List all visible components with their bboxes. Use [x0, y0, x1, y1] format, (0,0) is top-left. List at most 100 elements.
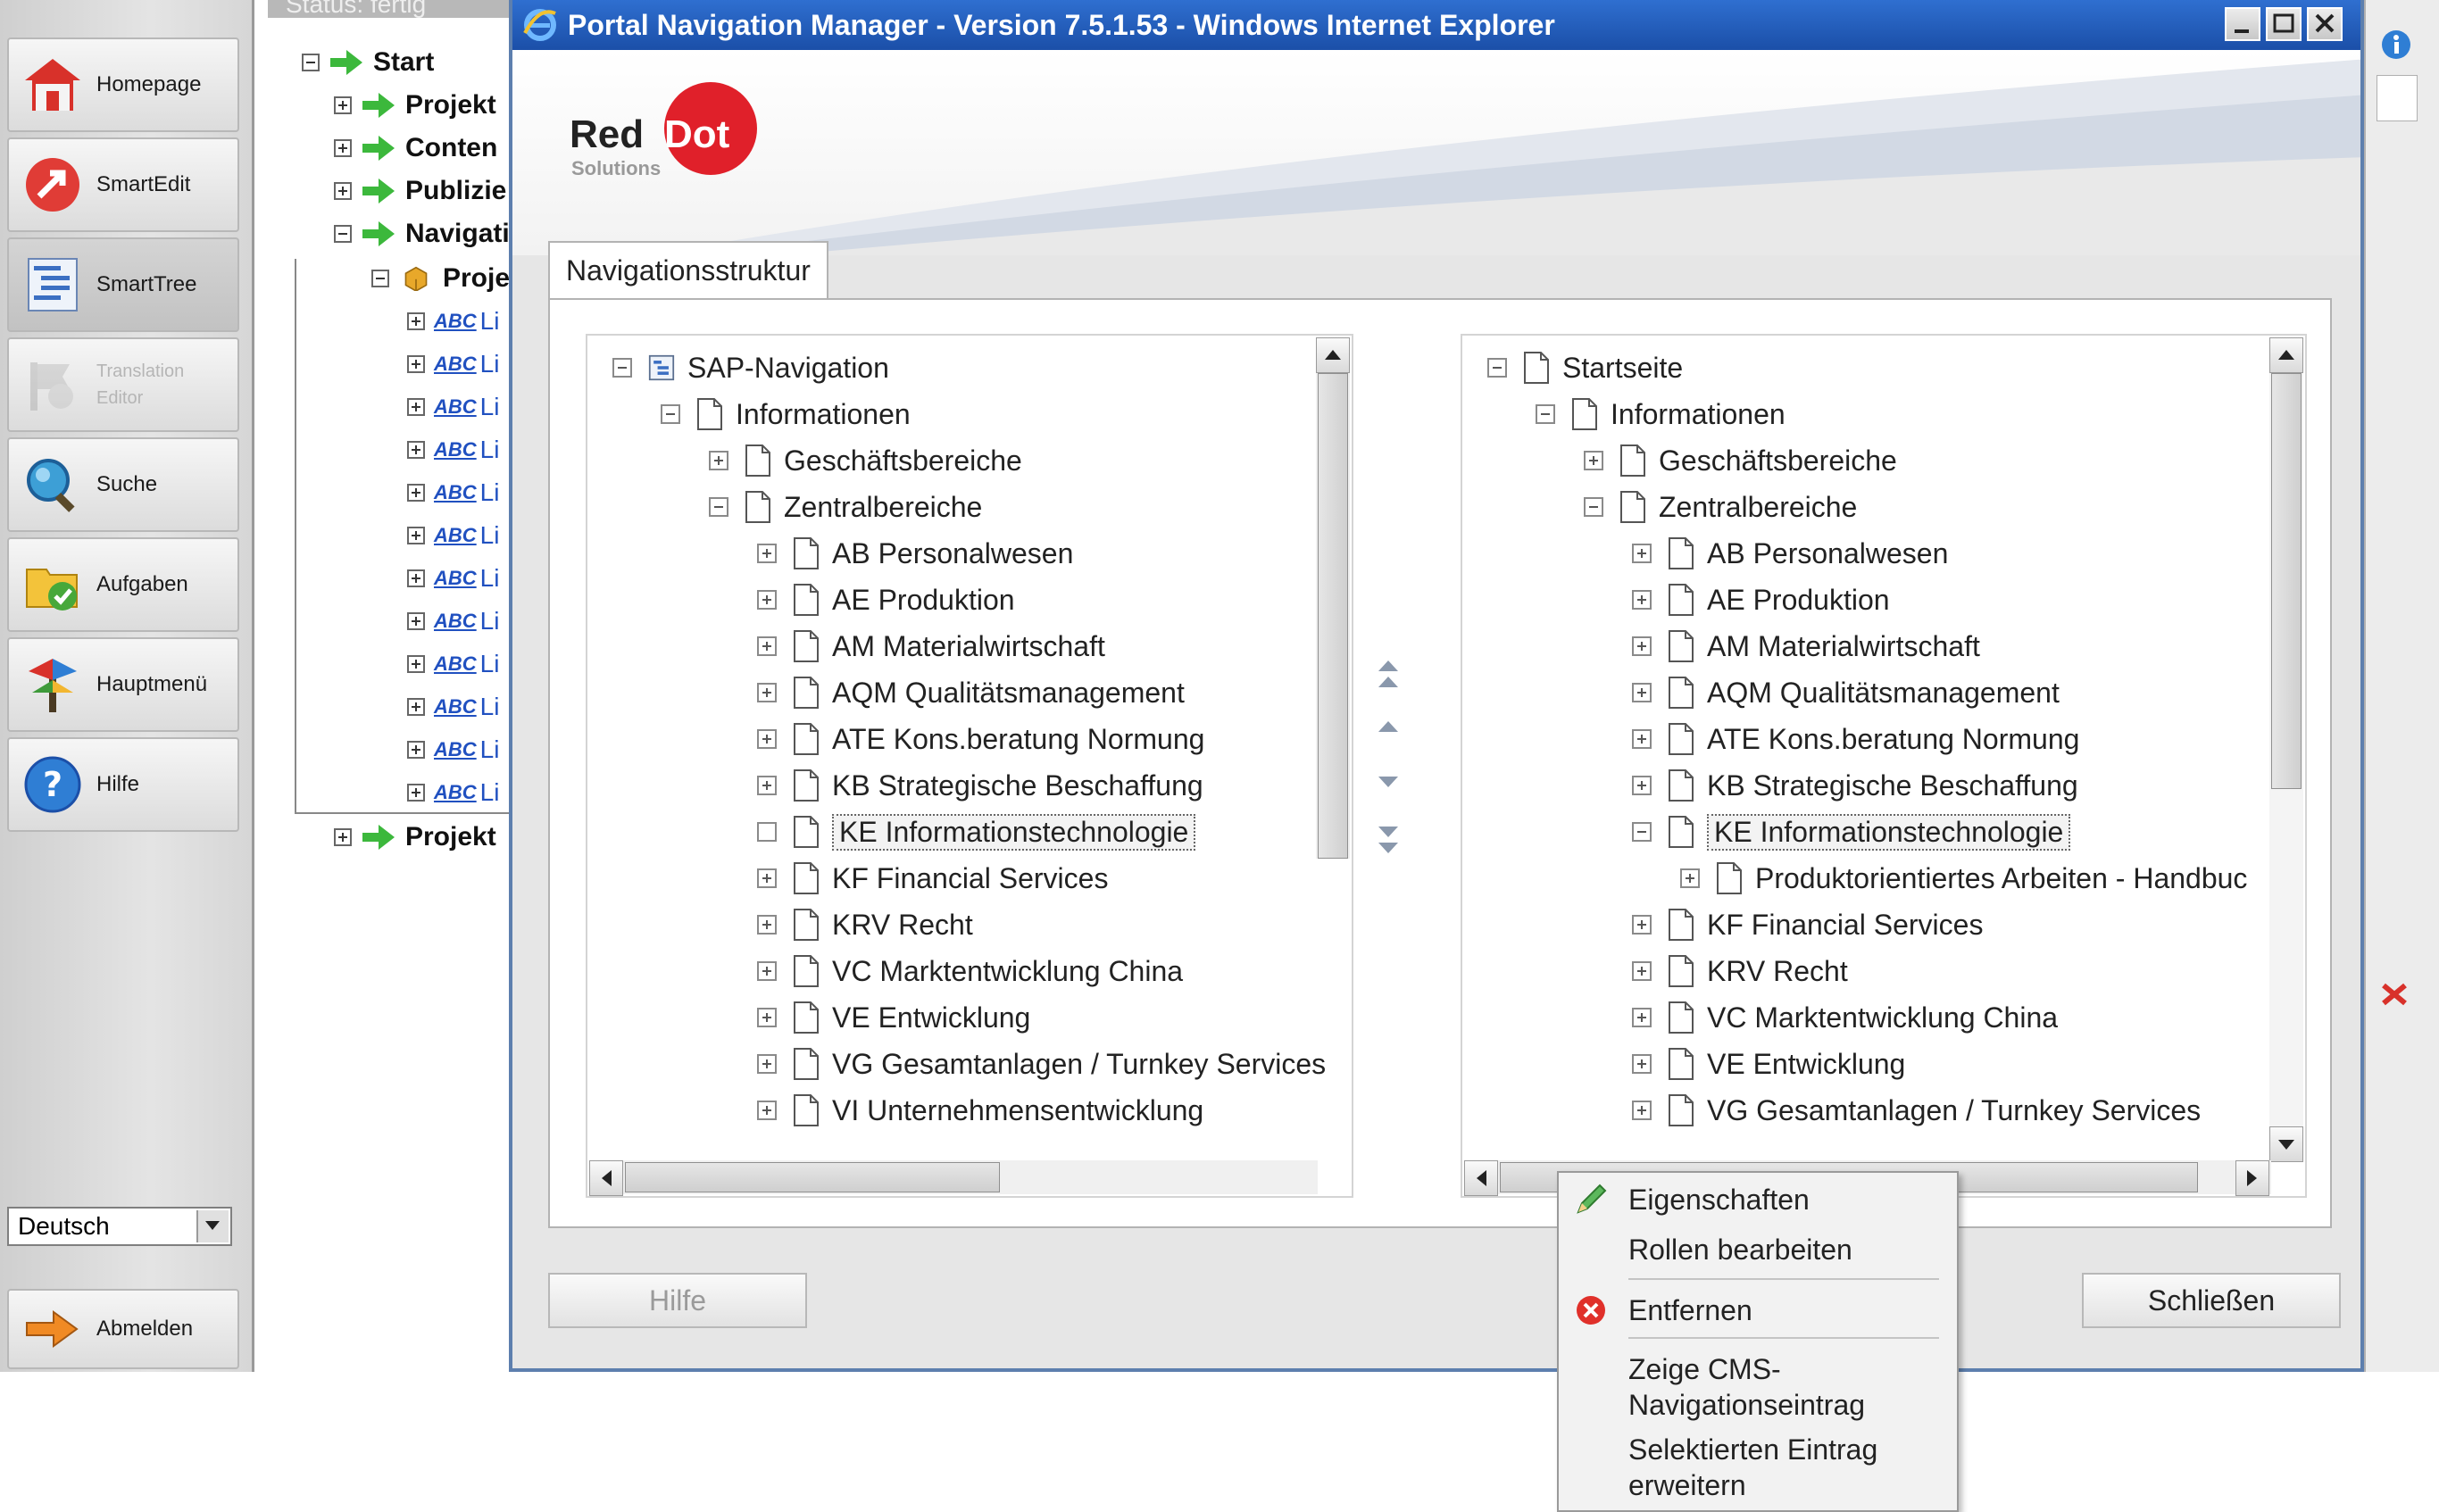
bg-tree-list-item[interactable]: ABC Li	[407, 732, 499, 768]
expand-icon[interactable]	[1632, 1008, 1652, 1027]
tree-row[interactable]: SAP-Navigation	[612, 345, 889, 391]
expand-icon[interactable]	[757, 1008, 777, 1027]
scroll-up-button[interactable]	[1316, 337, 1350, 373]
expand-icon[interactable]	[1632, 636, 1652, 656]
bg-tree-list-item[interactable]: ABC Li	[407, 389, 499, 425]
expand-icon[interactable]	[1632, 915, 1652, 935]
menu-item-edit-roles[interactable]: Rollen bearbeiten	[1628, 1232, 1852, 1267]
expand-icon[interactable]	[757, 868, 777, 888]
expand-icon[interactable]	[757, 636, 777, 656]
bg-tree-node[interactable]: Conten	[334, 130, 497, 166]
maximize-button[interactable]	[2266, 7, 2302, 41]
expand-icon[interactable]	[407, 312, 425, 330]
tree-row[interactable]: KB Strategische Beschaffung	[1632, 762, 2078, 809]
language-select[interactable]: Deutsch	[7, 1207, 232, 1246]
tree-row[interactable]: VE Entwicklung	[757, 994, 1030, 1041]
tree-row[interactable]: AM Materialwirtschaft	[757, 623, 1105, 669]
tree-row[interactable]: ATE Kons.beratung Normung	[1632, 716, 2079, 762]
tree-row[interactable]: AB Personalwesen	[1632, 530, 1948, 577]
expand-icon[interactable]	[1680, 868, 1700, 888]
expand-icon[interactable]	[757, 544, 777, 563]
expand-icon[interactable]	[407, 355, 425, 373]
collapse-icon[interactable]	[1536, 404, 1555, 424]
tree-row[interactable]: Zentralbereiche	[709, 484, 982, 530]
collapse-icon[interactable]	[1632, 822, 1652, 842]
logout-button[interactable]: Abmelden	[7, 1289, 239, 1369]
sidebar-item-aufgaben[interactable]: Aufgaben	[7, 537, 239, 632]
tree-row[interactable]: VC Marktentwicklung China	[1632, 994, 2058, 1041]
expand-icon[interactable]	[1632, 961, 1652, 981]
close-window-button[interactable]	[2307, 7, 2343, 41]
expand-icon[interactable]	[407, 612, 425, 630]
close-icon[interactable]	[2375, 976, 2414, 1012]
bg-tree-list-item[interactable]: ABC Li	[407, 475, 499, 511]
scroll-right-button[interactable]	[2235, 1160, 2269, 1196]
bg-tree-list-item[interactable]: ABC Li	[407, 775, 499, 810]
expand-icon[interactable]	[757, 683, 777, 702]
node-toggle[interactable]	[757, 822, 777, 842]
expand-icon[interactable]	[1632, 729, 1652, 749]
expand-icon[interactable]	[407, 527, 425, 544]
move-up-icon[interactable]	[1375, 716, 1402, 737]
tree-row[interactable]: KRV Recht	[1632, 948, 1848, 994]
sidebar-item-suche[interactable]: Suche	[7, 437, 239, 532]
expand-icon[interactable]	[334, 139, 352, 157]
collapse-icon[interactable]	[709, 497, 728, 517]
expand-icon[interactable]	[1632, 544, 1652, 563]
tree-row[interactable]: AQM Qualitätsmanagement	[757, 669, 1185, 716]
tree-row[interactable]: Geschäftsbereiche	[709, 437, 1022, 484]
tree-row[interactable]: KF Financial Services	[757, 855, 1108, 901]
expand-icon[interactable]	[757, 1101, 777, 1120]
bg-tree-list-item[interactable]: ABC Li	[407, 432, 499, 468]
right-tree-vscroll[interactable]	[2269, 337, 2303, 1162]
tab-navigationsstruktur[interactable]: Navigationsstruktur	[548, 241, 828, 300]
collapse-icon[interactable]	[371, 270, 389, 287]
left-tree-hscroll[interactable]	[589, 1160, 1318, 1196]
expand-icon[interactable]	[757, 729, 777, 749]
menu-item-expand-selected[interactable]: Selektierten Eintrag erweitern	[1628, 1432, 1877, 1503]
close-button[interactable]: Schließen	[2082, 1273, 2341, 1328]
expand-icon[interactable]	[334, 96, 352, 114]
tree-row[interactable]: AE Produktion	[1632, 577, 1890, 623]
tree-row[interactable]: ATE Kons.beratung Normung	[757, 716, 1204, 762]
expand-icon[interactable]	[757, 961, 777, 981]
expand-icon[interactable]	[407, 698, 425, 716]
expand-icon[interactable]	[334, 828, 352, 846]
tree-row[interactable]: AQM Qualitätsmanagement	[1632, 669, 2060, 716]
tree-row[interactable]: Startseite	[1487, 345, 1683, 391]
expand-icon[interactable]	[1632, 776, 1652, 795]
scroll-left-button[interactable]	[589, 1160, 623, 1196]
chevron-down-icon[interactable]	[196, 1210, 229, 1242]
bg-tree-node[interactable]: Publizie	[334, 173, 506, 209]
minimize-button[interactable]	[2225, 7, 2260, 41]
tree-row[interactable]: VC Marktentwicklung China	[757, 948, 1183, 994]
bg-tree-list-item[interactable]: ABC Li	[407, 346, 499, 382]
collapse-icon[interactable]	[1584, 497, 1603, 517]
menu-item-show-cms-entry[interactable]: Zeige CMS- Navigationseintrag	[1628, 1351, 1865, 1423]
expand-icon[interactable]	[407, 741, 425, 759]
expand-icon[interactable]	[1632, 1101, 1652, 1120]
tree-row[interactable]: Zentralbereiche	[1584, 484, 1857, 530]
tree-row[interactable]: VE Entwicklung	[1632, 1041, 1905, 1087]
tree-row[interactable]: KRV Recht	[757, 901, 973, 948]
expand-icon[interactable]	[757, 590, 777, 610]
sidebar-item-homepage[interactable]: Homepage	[7, 37, 239, 132]
scroll-thumb[interactable]	[625, 1162, 1000, 1192]
bg-tree-list-item[interactable]: ABC Li	[407, 518, 499, 553]
expand-icon[interactable]	[407, 784, 425, 802]
bg-tree-node[interactable]: Projekt	[334, 87, 496, 123]
expand-icon[interactable]	[407, 569, 425, 587]
tree-row[interactable]: Geschäftsbereiche	[1584, 437, 1897, 484]
move-bottom-icon[interactable]	[1375, 821, 1402, 857]
menu-item-remove[interactable]: Entfernen	[1628, 1292, 1752, 1328]
expand-icon[interactable]	[757, 1054, 777, 1074]
expand-icon[interactable]	[334, 182, 352, 200]
collapse-icon[interactable]	[334, 225, 352, 243]
bg-tree-node[interactable]: Projekt	[334, 819, 496, 855]
move-down-icon[interactable]	[1375, 771, 1402, 793]
scroll-thumb[interactable]	[1318, 373, 1348, 859]
help-button[interactable]: Hilfe	[548, 1273, 807, 1328]
expand-icon[interactable]	[407, 484, 425, 502]
scroll-up-button[interactable]	[2269, 337, 2303, 373]
expand-icon[interactable]	[1632, 683, 1652, 702]
